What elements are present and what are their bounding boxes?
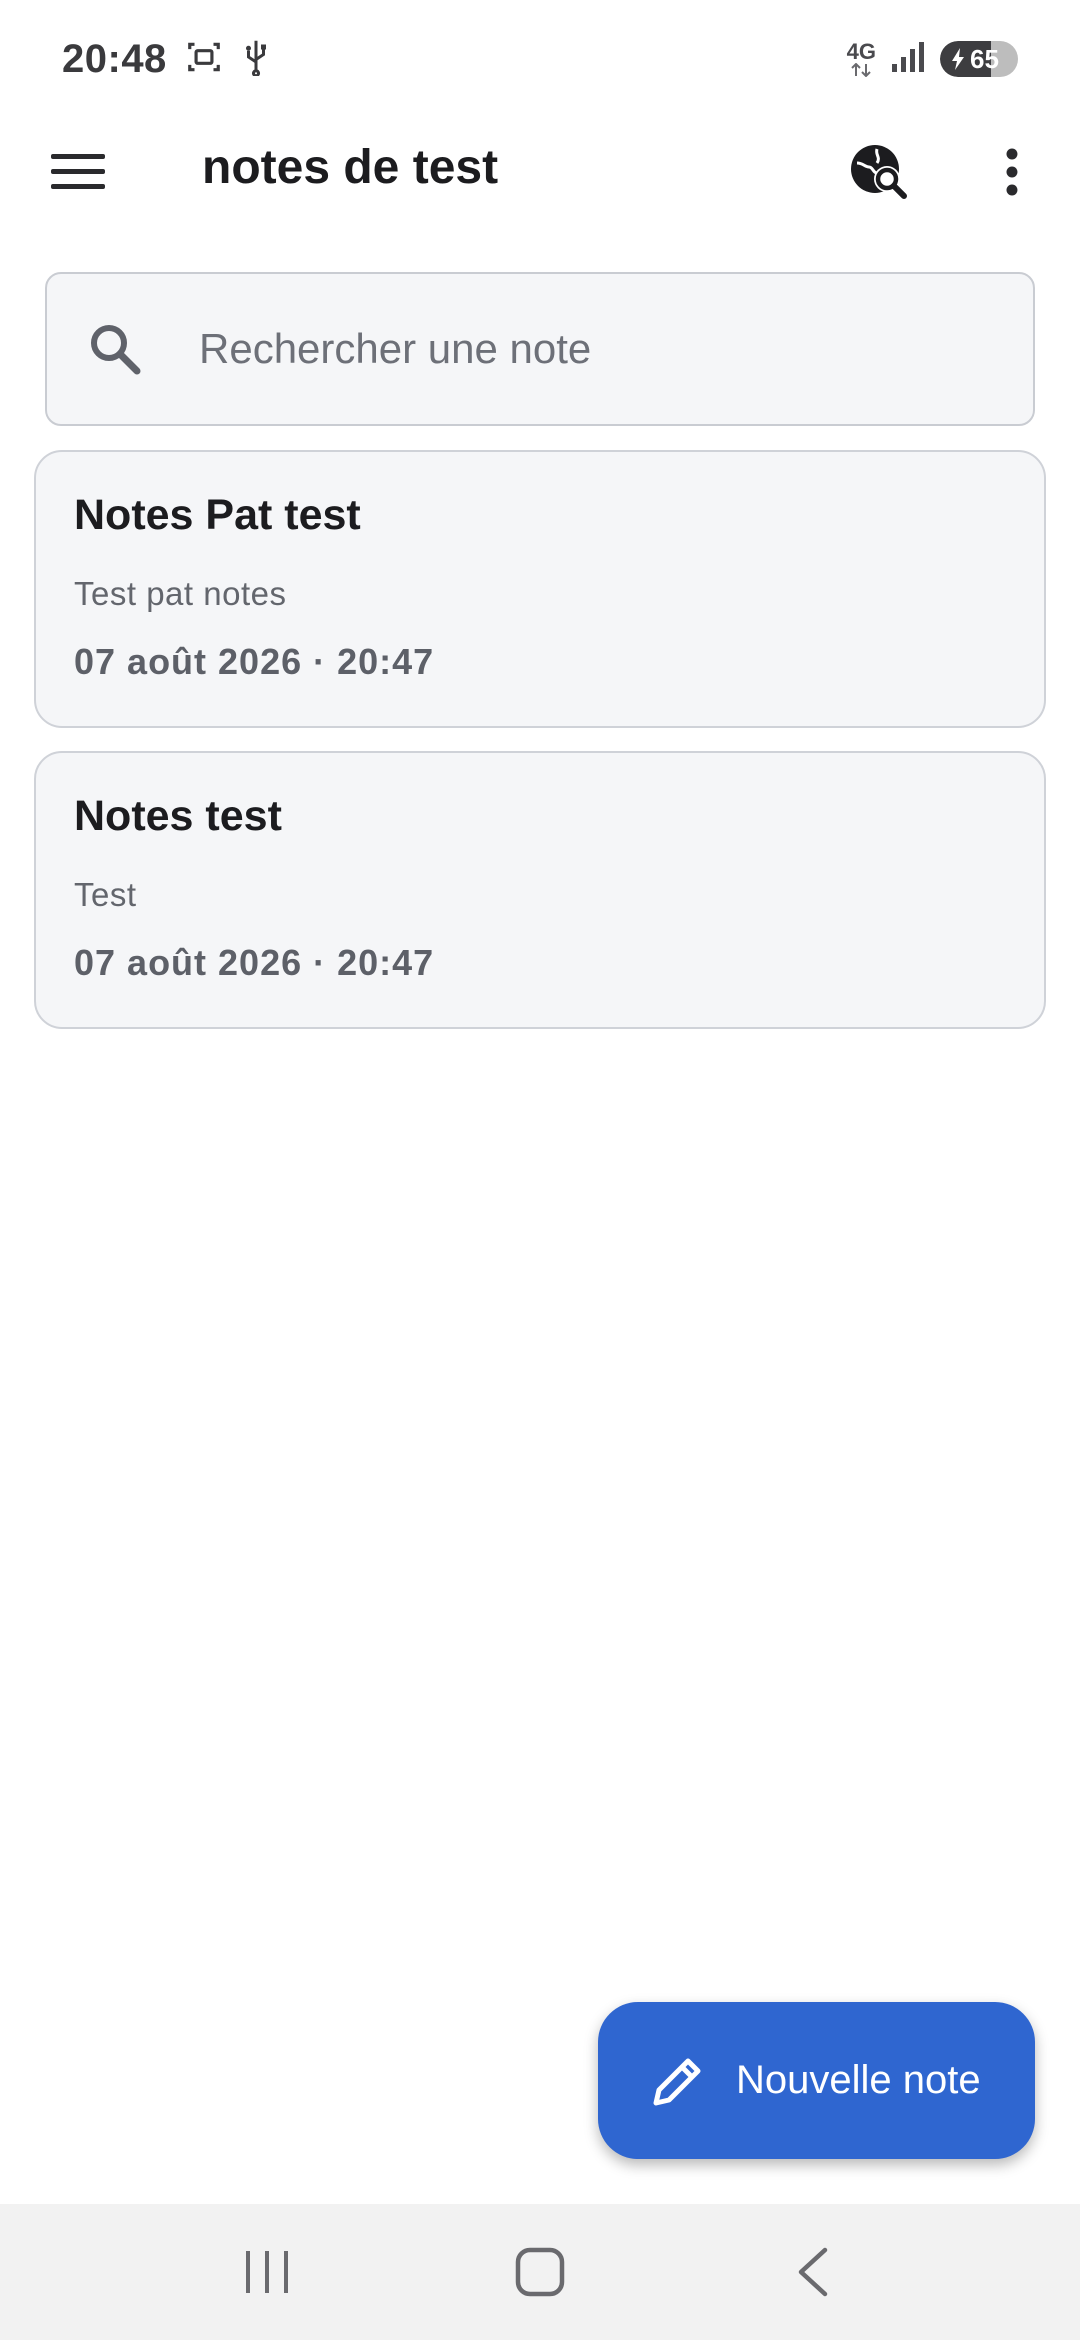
back-icon [799,2247,828,2297]
note-title: Notes Pat test [74,491,361,539]
menu-button[interactable] [30,124,126,220]
status-time: 20:48 [62,36,167,81]
web-search-button[interactable] [830,124,926,220]
status-bar: 20:48 4G 65 [0,0,1080,118]
note-preview: Test pat notes [74,575,287,612]
screenshot-icon [185,38,223,81]
note-title: Notes test [74,792,282,840]
home-icon [515,2247,565,2297]
globe-search-icon [851,145,907,199]
note-card[interactable]: Notes test Test 07 août 2026 · 20:47 [34,751,1046,1029]
data-arrows-icon [851,63,872,77]
network-indicator: 4G [847,41,876,77]
recents-button[interactable] [207,2222,327,2322]
system-navigation-bar [0,2204,1080,2340]
note-date: 07 août 2026 · 20:47 [74,641,435,682]
more-options-button[interactable] [964,124,1060,220]
notes-screen: 20:48 4G 65 notes de test Rechercher une… [0,0,1080,2340]
app-bar: notes de test [0,118,1080,226]
status-right: 4G 65 [847,40,1018,79]
note-card[interactable]: Notes Pat test Test pat notes 07 août 20… [34,450,1046,728]
more-vert-icon [1006,148,1018,196]
battery-percent: 65 [970,43,999,74]
pencil-icon [653,2058,701,2105]
search-bar[interactable] [45,272,1035,426]
network-type: 4G [846,39,876,64]
battery-charging-icon [952,48,964,70]
battery-indicator: 65 [940,41,1018,77]
status-left: 20:48 [62,37,271,82]
search-icon [85,319,145,379]
menu-icon [51,154,105,189]
note-date: 07 août 2026 · 20:47 [74,942,435,983]
note-preview: Test [74,876,137,913]
recents-icon [245,2251,288,2293]
search-input[interactable] [199,325,899,373]
home-button[interactable] [480,2222,600,2322]
new-note-label: Nouvelle note [736,2058,981,2102]
new-note-button[interactable]: Nouvelle note [598,2002,1035,2159]
back-button[interactable] [753,2222,873,2322]
signal-icon [890,40,926,79]
usb-icon [241,38,271,81]
battery-content: 65 [940,44,999,75]
page-title: notes de test [202,141,499,194]
